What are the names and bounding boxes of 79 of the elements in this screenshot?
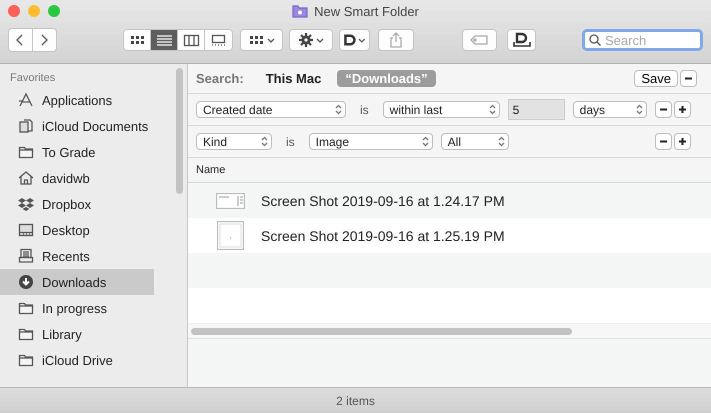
recents-icon xyxy=(18,248,34,264)
sidebar-item[interactable]: To Grade xyxy=(0,139,154,165)
remove-button[interactable] xyxy=(680,70,697,87)
smart-folder-icon xyxy=(292,4,308,18)
group-button[interactable] xyxy=(240,29,284,51)
folder-icon xyxy=(18,352,34,368)
share-icon xyxy=(389,32,404,48)
sidebar-item[interactable]: iCloud Documents xyxy=(0,113,154,139)
d-logo-icon xyxy=(512,32,531,48)
popup-menu[interactable]: Created date xyxy=(196,101,346,118)
sidebar-item[interactable]: In progress xyxy=(0,295,154,321)
popup-menu[interactable]: days xyxy=(572,101,647,118)
action-button[interactable] xyxy=(289,29,334,51)
back-icon xyxy=(15,33,26,47)
sidebar-item[interactable]: davidwb xyxy=(0,165,154,191)
sidebar-item[interactable]: Applications xyxy=(0,87,154,113)
updown-arrows-icon xyxy=(422,136,429,147)
save-button[interactable]: Save xyxy=(634,70,678,87)
sidebar-item[interactable]: Dropbox xyxy=(0,191,154,217)
dropbox-icon xyxy=(18,196,34,212)
chevron-icon xyxy=(266,36,275,44)
updown-arrows-icon xyxy=(498,136,505,147)
gear-icon xyxy=(298,32,314,48)
number-field[interactable]: 5 xyxy=(508,99,565,120)
tag-icon xyxy=(470,35,488,45)
search-icon xyxy=(589,34,602,46)
popup-menu[interactable]: Image xyxy=(308,133,433,150)
remove-button[interactable] xyxy=(655,101,672,118)
gallery-icon xyxy=(210,32,227,48)
updown-arrows-icon xyxy=(261,136,268,147)
sidebar-item[interactable]: Desktop xyxy=(0,217,154,243)
section-header: Favorites xyxy=(9,71,56,86)
applications-icon xyxy=(18,92,34,108)
folder-icon xyxy=(18,326,34,342)
sidebar-item[interactable]: Downloads xyxy=(0,269,154,295)
operator-label: is xyxy=(360,102,369,116)
scrollbar-thumb[interactable] xyxy=(191,328,572,334)
sidebar-item[interactable]: iCloud Drive xyxy=(0,347,154,373)
search-field[interactable]: Search xyxy=(582,29,704,51)
updown-arrows-icon xyxy=(335,104,342,115)
navigation-control[interactable] xyxy=(8,28,58,52)
desktop-icon xyxy=(18,222,34,238)
remove-button[interactable] xyxy=(655,133,672,150)
chevron-icon xyxy=(358,36,366,44)
add-button[interactable] xyxy=(674,133,691,150)
tall-thumbnail-icon xyxy=(217,221,244,250)
list-view-icon xyxy=(156,32,173,48)
app-box-button[interactable] xyxy=(507,29,536,51)
file-row[interactable]: Screen Shot 2019-09-16 at 1.24.17 PM xyxy=(188,183,711,218)
sidebar-item[interactable]: Recents xyxy=(0,243,154,269)
scope-button[interactable]: This Mac xyxy=(258,70,330,87)
columns-icon xyxy=(182,32,200,48)
sidebar-item[interactable]: Library xyxy=(0,321,154,347)
column-header[interactable]: Name xyxy=(196,164,226,176)
plus-icon xyxy=(678,105,687,114)
house-icon xyxy=(18,170,34,186)
operator-label: is xyxy=(286,134,295,148)
scrollbar-thumb[interactable] xyxy=(176,68,183,194)
app-menu-button[interactable] xyxy=(339,29,370,51)
download-icon xyxy=(18,274,34,290)
folder-icon xyxy=(18,300,34,316)
wide-thumbnail-icon xyxy=(216,192,245,208)
forward-icon xyxy=(39,33,50,47)
documents-icon xyxy=(18,118,34,134)
popup-menu[interactable]: within last xyxy=(382,101,500,118)
item-count: 2 items xyxy=(336,394,375,408)
search-label: Search: xyxy=(196,71,244,86)
d-logo-icon xyxy=(344,34,356,46)
popup-menu[interactable]: Kind xyxy=(196,133,272,150)
popup-menu[interactable]: All xyxy=(440,133,509,150)
folder-icon xyxy=(18,144,34,160)
list-view-button[interactable] xyxy=(151,30,178,50)
view-mode-control[interactable] xyxy=(123,29,233,51)
window-title: New Smart Folder xyxy=(314,4,419,18)
updown-arrows-icon xyxy=(488,104,496,115)
add-button[interactable] xyxy=(674,101,691,118)
chevron-icon xyxy=(316,36,324,44)
updown-arrows-icon xyxy=(636,104,643,115)
plus-icon xyxy=(678,137,687,146)
